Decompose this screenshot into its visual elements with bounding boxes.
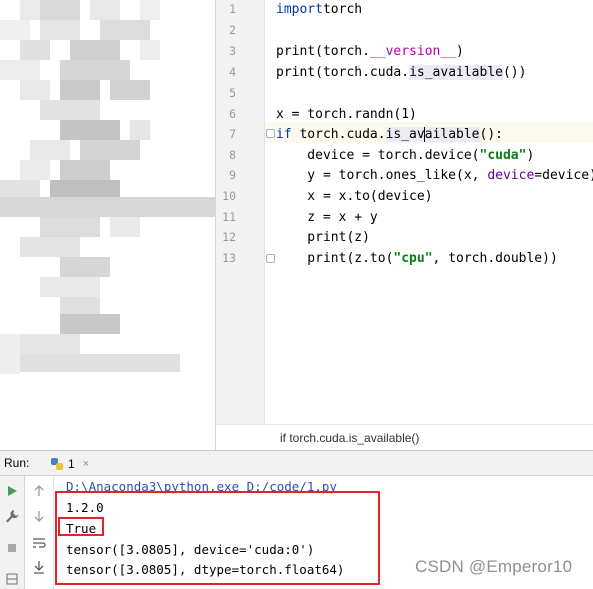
line-number: 1 — [229, 2, 236, 16]
annotation-box-output — [55, 491, 380, 585]
code-token: , torch.double)) — [432, 251, 558, 266]
code-token: y = torch.ones_like(x, — [276, 168, 488, 183]
code-line[interactable]: if torch.cuda.is_available(): — [276, 125, 503, 145]
stop-icon[interactable] — [4, 541, 20, 555]
line-number: 6 — [229, 107, 236, 121]
code-line[interactable]: print(z) — [276, 228, 370, 248]
layout-icon[interactable] — [4, 572, 20, 586]
run-tab-label: 1 — [68, 457, 75, 471]
code-token: import — [276, 2, 323, 17]
code-token: device = torch.device( — [276, 148, 480, 163]
line-number: 2 — [229, 23, 236, 37]
scroll-to-end-icon[interactable] — [31, 560, 47, 574]
annotation-box-true — [58, 517, 104, 536]
line-number: 5 — [229, 86, 236, 100]
code-token: is_av — [385, 127, 425, 142]
line-number: 7 — [229, 127, 236, 141]
line-number: 12 — [222, 230, 236, 244]
code-token: if — [276, 127, 292, 142]
code-line[interactable]: importtorch — [276, 0, 362, 20]
code-token: ()) — [502, 65, 527, 80]
code-line[interactable]: y = torch.ones_like(x, device=device) — [276, 166, 593, 186]
code-token: device — [487, 168, 535, 183]
code-token: x = x.to(device) — [276, 189, 433, 204]
code-token: torch — [322, 2, 363, 17]
code-token: x = torch.randn(1) — [276, 107, 417, 122]
code-token: ailable — [424, 127, 480, 142]
code-token: ) — [456, 44, 464, 59]
code-token: __version__ — [369, 44, 457, 59]
code-token: (): — [479, 127, 503, 142]
line-number: 3 — [229, 44, 236, 58]
watermark: CSDN @Emperor10 — [415, 557, 573, 576]
code-line[interactable]: print(torch.cuda.is_available()) — [276, 63, 526, 83]
line-number: 11 — [222, 210, 236, 224]
code-token: torch.cuda. — [291, 127, 386, 142]
code-line[interactable]: print(torch.__version__) — [276, 42, 464, 62]
run-toolbar-left — [0, 476, 25, 589]
code-token: print(z.to( — [276, 251, 394, 266]
code-token: print(z) — [276, 230, 370, 245]
line-number: 8 — [229, 148, 236, 162]
run-panel-header: Run: 1 × — [0, 450, 593, 476]
fold-open-icon[interactable] — [266, 129, 275, 138]
code-token: is_available — [409, 65, 503, 80]
code-line[interactable]: x = torch.randn(1) — [276, 105, 417, 125]
fold-close-icon[interactable] — [266, 254, 275, 263]
line-number: 10 — [222, 189, 236, 203]
line-number: 13 — [222, 251, 236, 265]
code-token: print(torch.cuda. — [276, 65, 410, 80]
down-arrow-icon[interactable] — [31, 509, 47, 523]
line-number: 9 — [229, 168, 236, 182]
up-arrow-icon[interactable] — [31, 484, 47, 498]
run-tab[interactable]: 1 × — [44, 452, 95, 476]
code-line[interactable]: device = torch.device("cuda") — [276, 146, 534, 166]
code-token: "cpu" — [393, 251, 433, 266]
code-token: "cuda" — [479, 148, 527, 163]
code-line[interactable]: x = x.to(device) — [276, 187, 433, 207]
line-number-gutter: 1 2 3 4 5 6 7 8 9 10 11 12 13 — [216, 0, 264, 424]
line-number: 4 — [229, 65, 236, 79]
soft-wrap-icon[interactable] — [31, 536, 47, 550]
breadcrumb[interactable]: if torch.cuda.is_available() — [280, 431, 419, 445]
breadcrumb-bar: if torch.cuda.is_available() — [216, 424, 593, 450]
wrench-icon[interactable] — [4, 509, 20, 523]
run-panel-label: Run: — [4, 456, 30, 470]
code-token: =device) — [534, 168, 593, 183]
code-token: ) — [526, 148, 535, 163]
python-icon — [51, 458, 63, 470]
code-line[interactable]: print(z.to("cpu", torch.double)) — [276, 249, 558, 269]
code-token: z = x + y — [276, 210, 378, 225]
code-line[interactable]: z = x + y — [276, 208, 378, 228]
gutter-separator — [264, 0, 265, 424]
run-icon[interactable] — [4, 484, 20, 498]
project-panel-blurred — [0, 0, 215, 450]
run-toolbar-right — [25, 476, 54, 589]
close-icon[interactable]: × — [83, 458, 89, 470]
code-token: print(torch. — [276, 44, 370, 59]
code-editor[interactable]: 1 2 3 4 5 6 7 8 9 10 11 12 13 importtorc… — [216, 0, 593, 450]
